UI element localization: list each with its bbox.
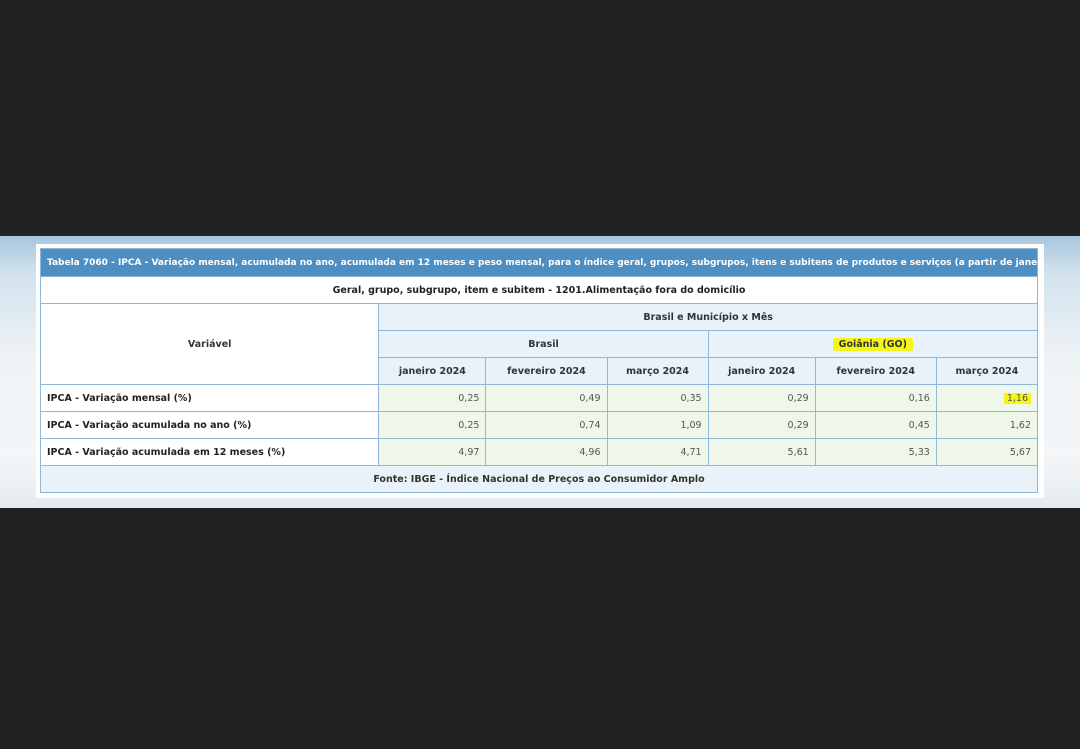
value-cell: 1,09 <box>606 411 709 439</box>
value-cell: 0,74 <box>485 411 608 439</box>
row-label: IPCA - Variação acumulada no ano (%) <box>39 411 380 439</box>
ipca-table: Tabela 7060 - IPCA - Variação mensal, ac… <box>39 248 1039 493</box>
month-header: março 2024 <box>935 357 1039 385</box>
value-cell: 0,29 <box>707 411 816 439</box>
table-footer: Fonte: IBGE - Índice Nacional de Preços … <box>40 465 1038 493</box>
month-header: fevereiro 2024 <box>485 357 608 385</box>
table-row: IPCA - Variação mensal (%) 0,25 0,49 0,3… <box>39 384 1039 412</box>
month-header: janeiro 2024 <box>707 357 816 385</box>
highlighted-goiania-label: Goiânia (GO) <box>832 337 913 351</box>
row-label: IPCA - Variação acumulada em 12 meses (%… <box>39 438 380 466</box>
value-cell: 4,96 <box>485 438 608 466</box>
value-cell: 0,45 <box>814 411 937 439</box>
value-cell: 0,16 <box>814 384 937 412</box>
value-cell: 5,33 <box>814 438 937 466</box>
value-cell: 0,35 <box>606 384 709 412</box>
dimension-header: Brasil e Município x Mês <box>378 303 1038 331</box>
value-cell: 5,61 <box>707 438 816 466</box>
group-header-brasil: Brasil <box>378 330 709 358</box>
value-cell: 0,49 <box>485 384 608 412</box>
value-cell: 0,25 <box>378 384 487 412</box>
value-cell: 5,67 <box>935 438 1039 466</box>
table-row: IPCA - Variação acumulada em 12 meses (%… <box>39 438 1039 466</box>
value-cell: 1,16 <box>935 384 1039 412</box>
month-header: março 2024 <box>606 357 709 385</box>
table-subtitle: Geral, grupo, subgrupo, item e subitem -… <box>40 276 1038 304</box>
table-row: IPCA - Variação acumulada no ano (%) 0,2… <box>39 411 1039 439</box>
value-cell: 0,25 <box>378 411 487 439</box>
value-cell: 0,29 <box>707 384 816 412</box>
month-header: fevereiro 2024 <box>814 357 937 385</box>
month-header: janeiro 2024 <box>378 357 487 385</box>
value-cell: 4,71 <box>606 438 709 466</box>
value-cell: 1,62 <box>935 411 1039 439</box>
table-title: Tabela 7060 - IPCA - Variação mensal, ac… <box>40 248 1038 277</box>
value-cell: 4,97 <box>378 438 487 466</box>
row-label: IPCA - Variação mensal (%) <box>39 384 380 412</box>
variable-header: Variável <box>39 303 380 385</box>
group-header-goiania: Goiânia (GO) <box>707 330 1039 358</box>
highlighted-value: 1,16 <box>1003 392 1031 404</box>
